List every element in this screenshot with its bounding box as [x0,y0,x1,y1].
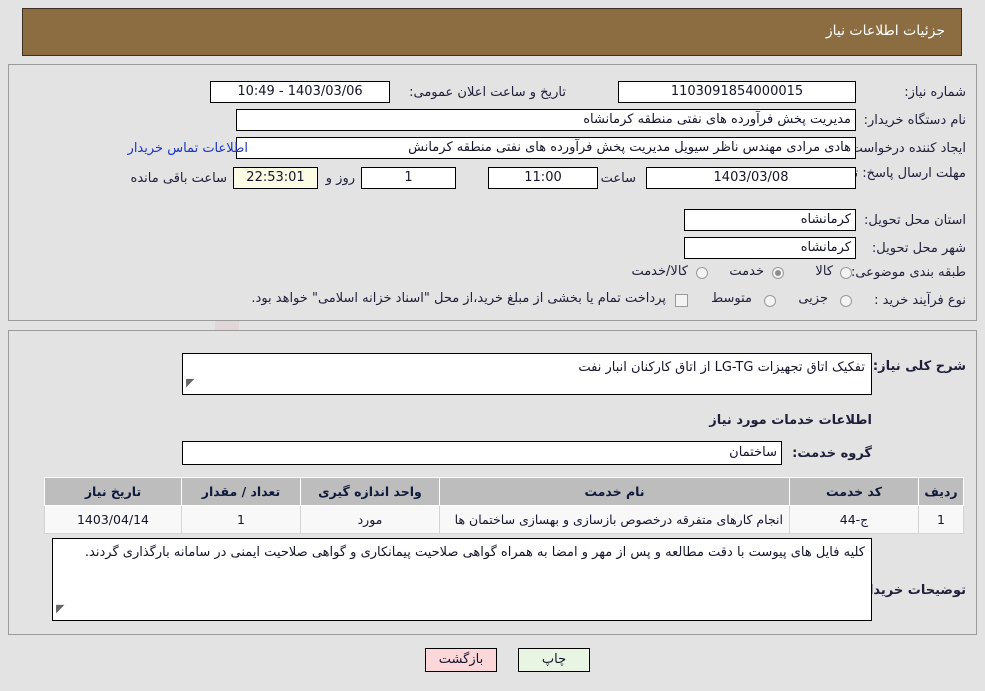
column-header-need-date: تاریخ نیاز [44,477,182,506]
deadline-date-field: 1403/03/08 [646,167,856,189]
remaining-time-suffix-label: ساعت باقی مانده [130,171,227,186]
buyer-notes-textarea[interactable]: کلیه فایل های پیوست با دقت مطالعه و پس ا… [52,538,872,621]
cell-quantity: 1 [181,505,301,534]
requester-label: ایجاد کننده درخواست: [846,141,966,156]
print-button[interactable]: چاپ [518,648,590,672]
general-need-textarea[interactable]: تفکیک اتاق تجهیزات LG-TG از اتاق کارکنان… [182,353,872,395]
remaining-time-field: 22:53:01 [233,167,318,189]
service-group-label: گروه خدمت: [792,446,872,461]
buyer-org-field: مدیریت پخش فرآورده های نفتی منطقه کرمانش… [236,109,856,131]
radio-process-jozei[interactable] [840,295,852,307]
city-field: کرمانشاه [684,237,856,259]
buyer-notes-label: توضیحات خریدار: [856,583,966,598]
column-header-quantity: تعداد / مقدار [181,477,301,506]
announce-datetime-label: تاریخ و ساعت اعلان عمومی: [409,85,566,100]
radio-category-kala-label: کالا [815,264,833,279]
services-section-title: اطلاعات خدمات مورد نیاز [709,413,872,428]
cell-service-code: ج-44 [789,505,919,534]
radio-category-kala-khedmat-label: کالا/خدمت [631,264,688,279]
treasury-bonds-checkbox[interactable] [675,294,688,307]
cell-need-date: 1403/04/14 [44,505,182,534]
buyer-contact-link[interactable]: اطلاعات تماس خریدار [128,141,248,156]
general-need-value: تفکیک اتاق تجهیزات LG-TG از اتاق کارکنان… [578,360,865,375]
radio-process-motavaset[interactable] [764,295,776,307]
treasury-bonds-label: پرداخت تمام یا بخشی از مبلغ خرید،از محل … [251,291,666,306]
general-need-label: شرح کلی نیاز: [872,359,966,374]
need-number-field: 1103091854000015 [618,81,856,103]
radio-process-motavaset-label: متوسط [711,291,752,306]
need-number-label: شماره نیاز: [904,85,966,100]
city-label: شهر محل تحویل: [871,241,966,256]
page-title: جزئیات اطلاعات نیاز [825,23,945,39]
remaining-days-field: 1 [361,167,456,189]
requester-field: هادی مرادی مهندس ناظر سیویل مدیریت پخش ف… [236,137,856,159]
cell-row-no: 1 [918,505,964,534]
table-row: 1 ج-44 انجام کارهای متفرقه درخصوص بازساز… [44,505,964,534]
radio-category-khedmat[interactable] [772,267,784,279]
province-field: کرمانشاه [684,209,856,231]
page-header-bar: جزئیات اطلاعات نیاز [22,8,962,56]
province-label: استان محل تحویل: [864,213,966,228]
subject-category-label: طبقه بندی موضوعی: [850,265,966,280]
column-header-service-code: کد خدمت [789,477,919,506]
announce-datetime-field: 1403/03/06 - 10:49 [210,81,390,103]
deadline-hour-label: ساعت [600,171,636,186]
service-group-field: ساختمان [182,441,782,465]
resize-grip-icon[interactable]: ◥ [56,599,64,619]
need-summary-panel: شماره نیاز: 1103091854000015 تاریخ و ساع… [8,64,977,321]
table-header-row: ردیف کد خدمت نام خدمت واحد اندازه گیری ت… [44,477,964,506]
buyer-notes-value: کلیه فایل های پیوست با دقت مطالعه و پس ا… [84,545,865,560]
radio-category-kala[interactable] [840,267,852,279]
radio-category-khedmat-label: خدمت [729,264,764,279]
deadline-hour-field: 11:00 [488,167,598,189]
cell-unit: مورد [300,505,440,534]
buyer-org-label: نام دستگاه خریدار: [863,113,966,128]
radio-process-jozei-label: جزیی [798,291,828,306]
column-header-unit: واحد اندازه گیری [300,477,440,506]
cell-service-name: انجام کارهای متفرقه درخصوص بازسازی و بهس… [439,505,790,534]
remaining-days-suffix-label: روز و [325,171,355,186]
resize-grip-icon[interactable]: ◥ [186,373,194,393]
radio-category-kala-khedmat[interactable] [696,267,708,279]
column-header-service-name: نام خدمت [439,477,790,506]
service-items-table: ردیف کد خدمت نام خدمت واحد اندازه گیری ت… [44,477,964,534]
purchase-process-label: نوع فرآیند خرید : [874,293,966,308]
column-header-row-no: ردیف [918,477,964,506]
back-button[interactable]: بازگشت [425,648,497,672]
